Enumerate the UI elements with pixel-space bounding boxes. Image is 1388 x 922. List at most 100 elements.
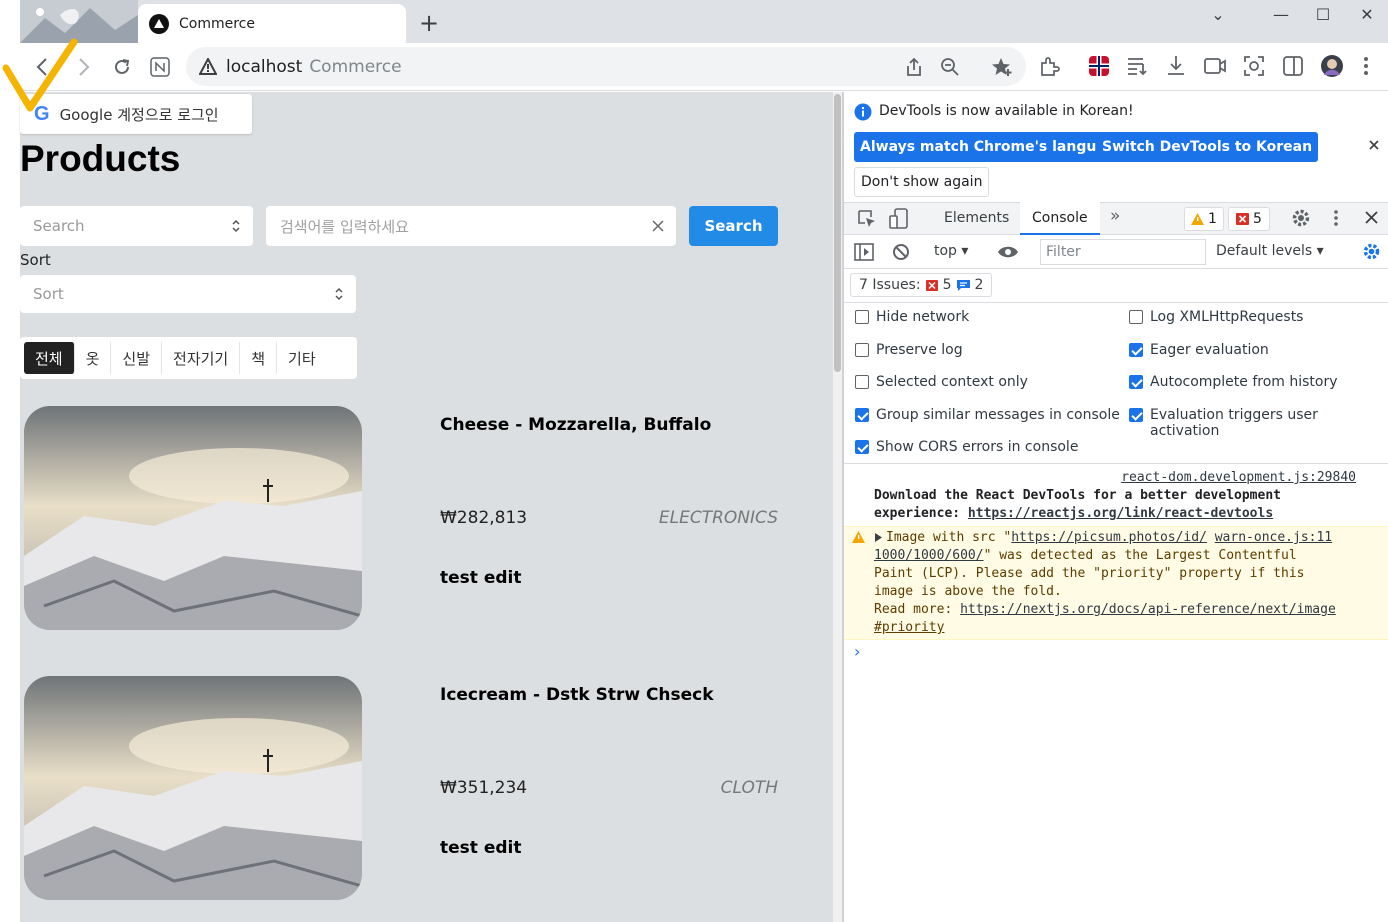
profile-avatar[interactable] bbox=[1320, 54, 1344, 78]
clear-console-icon[interactable] bbox=[892, 243, 910, 261]
new-tab-button[interactable]: + bbox=[416, 10, 442, 36]
more-tabs-icon[interactable]: » bbox=[1110, 206, 1120, 226]
log-levels-value: Default levels bbox=[1216, 243, 1313, 259]
nextjs-docs-link[interactable]: https://nextjs.org/docs/api-reference/ne… bbox=[960, 602, 1336, 617]
preserve-log-checkbox[interactable] bbox=[855, 343, 869, 357]
screenshot-icon[interactable] bbox=[1243, 55, 1265, 77]
sort-select[interactable]: Sort bbox=[20, 275, 356, 313]
product-price: ₩351,234 bbox=[440, 778, 528, 798]
evaluation-triggers-label: Evaluation triggers user activation bbox=[1150, 407, 1318, 439]
product-name[interactable]: Cheese - Mozzarella, Buffalo bbox=[440, 415, 711, 435]
address-bar[interactable]: localhost Commerce bbox=[186, 47, 1026, 86]
translate-flag-icon[interactable] bbox=[1088, 55, 1110, 77]
issues-error-count: 5 bbox=[942, 277, 952, 293]
reading-list-icon[interactable] bbox=[1127, 56, 1149, 76]
log-source-link[interactable]: react-dom.development.js:29840 bbox=[1121, 470, 1356, 485]
bookmark-star-icon[interactable] bbox=[992, 57, 1014, 77]
show-cors-checkbox[interactable] bbox=[855, 440, 869, 454]
product-image[interactable] bbox=[24, 406, 362, 630]
selected-context-label: Selected context only bbox=[876, 374, 1028, 390]
tab-console[interactable]: Console bbox=[1032, 210, 1088, 226]
warning-text: Read more: bbox=[874, 602, 961, 617]
log-levels-dropdown[interactable]: Default levels ▾ bbox=[1216, 243, 1324, 259]
group-similar-checkbox[interactable] bbox=[855, 408, 869, 422]
product-price: ₩282,813 bbox=[440, 508, 528, 528]
sort-placeholder: Sort bbox=[33, 285, 64, 303]
side-panel-icon[interactable] bbox=[1282, 55, 1304, 77]
maximize-button[interactable]: ☐ bbox=[1303, 0, 1343, 28]
console-settings-icon[interactable] bbox=[1362, 242, 1381, 261]
close-banner-icon[interactable] bbox=[1369, 140, 1379, 150]
page-scrollbar-thumb[interactable] bbox=[834, 94, 841, 372]
close-window-button[interactable]: ✕ bbox=[1347, 0, 1387, 28]
search-type-select[interactable]: Search bbox=[20, 206, 253, 246]
vercel-favicon-icon bbox=[149, 13, 169, 34]
devtools-menu-icon[interactable] bbox=[1333, 209, 1339, 227]
close-devtools-icon[interactable] bbox=[1365, 211, 1378, 224]
autocomplete-history-checkbox[interactable] bbox=[1129, 375, 1143, 389]
page-info-icon[interactable] bbox=[199, 58, 217, 75]
show-cors-label: Show CORS errors in console bbox=[876, 439, 1079, 455]
search-input-placeholder: 검색어를 입력하세요 bbox=[280, 217, 409, 236]
extension-icon[interactable] bbox=[1038, 55, 1060, 77]
hide-network-checkbox[interactable] bbox=[855, 310, 869, 324]
category-shoes[interactable]: 신발 bbox=[111, 342, 163, 374]
device-toolbar-icon[interactable] bbox=[889, 208, 909, 230]
context-selector[interactable]: top ▾ bbox=[934, 243, 968, 259]
log-xhr-label: Log XMLHttpRequests bbox=[1150, 309, 1304, 325]
log-xhr-checkbox[interactable] bbox=[1129, 310, 1143, 324]
devtools-panel: DevTools is now available in Korean! Alw… bbox=[844, 92, 1388, 922]
warning-icon bbox=[1191, 213, 1205, 225]
console-filter-input[interactable]: Filter bbox=[1040, 239, 1206, 265]
errors-counter[interactable]: 5 bbox=[1228, 207, 1270, 231]
notion-extension-icon[interactable] bbox=[148, 55, 172, 79]
category-electronics[interactable]: 전자기기 bbox=[162, 342, 241, 374]
zoom-out-icon[interactable] bbox=[940, 57, 960, 77]
reload-icon[interactable] bbox=[110, 55, 134, 79]
category-books[interactable]: 책 bbox=[240, 342, 278, 374]
category-all[interactable]: 전체 bbox=[24, 342, 75, 374]
product-description: test edit bbox=[440, 568, 522, 588]
nextjs-docs-link-cont[interactable]: #priority bbox=[874, 620, 944, 635]
search-input[interactable]: 검색어를 입력하세요 bbox=[266, 206, 676, 246]
minimize-button[interactable]: — bbox=[1261, 0, 1301, 28]
tab-search-chevron-icon[interactable]: ⌄ bbox=[1198, 0, 1238, 28]
category-segmented-control: 전체 옷 신발 전자기기 책 기타 bbox=[20, 337, 357, 379]
live-expression-eye-icon[interactable] bbox=[997, 244, 1019, 260]
image-url-link[interactable]: https://picsum.photos/id/ bbox=[1011, 530, 1207, 545]
product-name[interactable]: Icecream - Dstk Strw Chseck bbox=[440, 685, 714, 705]
page-title: Products bbox=[20, 138, 181, 179]
download-icon[interactable] bbox=[1166, 55, 1186, 77]
eager-evaluation-checkbox[interactable] bbox=[1129, 343, 1143, 357]
react-devtools-link[interactable]: https://reactjs.org/link/react-devtools bbox=[968, 506, 1273, 521]
evaluation-triggers-checkbox[interactable] bbox=[1129, 408, 1143, 422]
browser-tab[interactable]: Commerce bbox=[138, 4, 406, 43]
dont-show-again-button[interactable]: Don't show again bbox=[854, 167, 990, 197]
selected-context-checkbox[interactable] bbox=[855, 375, 869, 389]
category-clothes[interactable]: 옷 bbox=[75, 342, 112, 374]
google-login-label: Google 계정으로 로그인 bbox=[59, 105, 219, 124]
settings-divider bbox=[844, 463, 1388, 464]
clear-search-icon[interactable] bbox=[652, 220, 664, 232]
settings-gear-icon[interactable] bbox=[1291, 208, 1311, 228]
share-icon[interactable] bbox=[904, 57, 924, 77]
switch-to-korean-button[interactable]: Switch DevTools to Korean bbox=[1096, 132, 1319, 162]
warn-source-link[interactable]: warn-once.js:11 bbox=[1215, 530, 1332, 545]
browser-menu-icon[interactable] bbox=[1362, 56, 1370, 76]
show-sidebar-icon[interactable] bbox=[854, 243, 874, 261]
warnings-counter[interactable]: 1 bbox=[1184, 207, 1224, 231]
category-etc[interactable]: 기타 bbox=[277, 342, 327, 374]
console-prompt-icon[interactable]: › bbox=[854, 642, 860, 661]
search-button[interactable]: Search bbox=[689, 206, 778, 246]
tab-elements[interactable]: Elements bbox=[944, 210, 1009, 226]
always-match-language-button[interactable]: Always match Chrome's language bbox=[854, 132, 1132, 162]
inspect-element-icon[interactable] bbox=[857, 209, 877, 229]
product-description: test edit bbox=[440, 838, 522, 858]
image-url-link-cont[interactable]: 1000/1000/600/ bbox=[874, 548, 984, 563]
video-capture-icon[interactable] bbox=[1204, 56, 1226, 76]
expand-triangle-icon[interactable] bbox=[875, 533, 883, 542]
warning-text: " was detected as the Largest Contentful bbox=[983, 548, 1297, 563]
product-image[interactable] bbox=[24, 676, 362, 900]
issues-error-icon bbox=[925, 279, 938, 291]
issues-button[interactable]: 7 Issues: 5 2 bbox=[850, 273, 993, 297]
